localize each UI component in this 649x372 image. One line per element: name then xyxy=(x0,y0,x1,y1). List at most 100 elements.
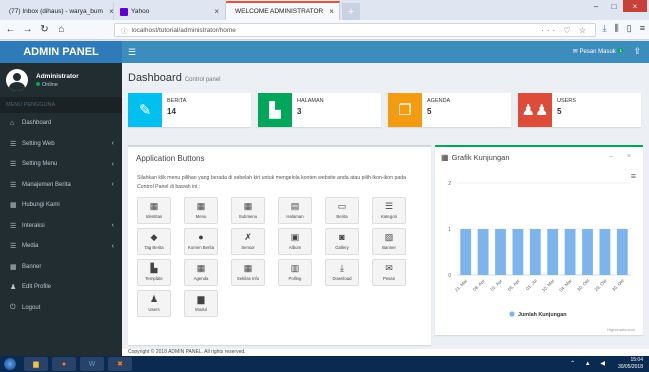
app-button-label: Sensor xyxy=(241,245,255,250)
app-button-kategori[interactable]: ☰ Kategori xyxy=(372,197,406,224)
info-box-label: HALAMAN xyxy=(297,98,324,104)
back-icon[interactable]: ← xyxy=(4,24,17,35)
close-tab-icon[interactable]: × xyxy=(323,7,334,16)
grid-icon: ▦ xyxy=(243,201,253,211)
taskbar-xampp[interactable]: ✖ xyxy=(108,357,132,371)
windows-icon xyxy=(4,358,16,370)
copy-icon: ❐ xyxy=(388,93,422,127)
app-button-label: Submenu xyxy=(238,214,258,219)
sidebar-item-label: Dashboard xyxy=(22,120,52,127)
close-window-icon[interactable]: × xyxy=(623,0,647,12)
app-button-tag-berita[interactable]: ◆ Tag Berita xyxy=(137,228,171,255)
x-tick-label: 21. Mar xyxy=(454,278,469,293)
folder-icon: ▆ xyxy=(33,361,39,368)
sidebar-item-edit-profile[interactable]: ♟ Edit Profile xyxy=(0,277,122,298)
sidebar-icon[interactable]: ▯ xyxy=(627,23,632,34)
info-box-berita[interactable]: ✎ BERITA 14 xyxy=(128,93,251,127)
app-button-agenda[interactable]: ▦ Agenda xyxy=(184,259,218,286)
user-panel: Administrator Online xyxy=(0,63,122,97)
x-tick-label: 08. Apr xyxy=(472,278,486,292)
brand-logo[interactable]: ADMIN PANEL xyxy=(0,41,122,63)
start-button[interactable] xyxy=(0,356,20,372)
app-button-submenu[interactable]: ▦ Submenu xyxy=(231,197,265,224)
clock-time: 15:04 xyxy=(630,357,643,363)
app-button-sekilas-info[interactable]: ▦ Sekilas Info xyxy=(231,259,265,286)
app-button-modul[interactable]: ▆ Modul xyxy=(184,290,218,317)
sidebar-item-dashboard[interactable]: ⌂ Dashboard xyxy=(0,113,122,134)
tab-label: WELCOME ADMINISTRATOR xyxy=(235,8,324,15)
application-buttons-box: Application Buttons Silahkan klik menu p… xyxy=(128,145,431,345)
app-button-identitas[interactable]: ▦ Identitas xyxy=(137,197,171,224)
close-tab-icon[interactable]: × xyxy=(103,7,113,16)
picture-icon: ▨ xyxy=(384,232,394,242)
x-tick-label: 05. Apr xyxy=(507,278,521,292)
sidebar-item-banner[interactable]: ▦ Banner xyxy=(0,257,122,278)
app-button-komen-berita[interactable]: ● Komen Berita xyxy=(184,228,218,255)
library-icon[interactable]: ⫼ xyxy=(615,23,619,34)
page-title: Dashboard Control panel xyxy=(128,72,221,84)
bar xyxy=(564,229,576,275)
menu-icon[interactable]: ≡ xyxy=(640,23,645,34)
info-box-agenda[interactable]: ❐ AGENDA 5 xyxy=(388,93,511,127)
app-button-berita[interactable]: ▭ Berita xyxy=(325,197,359,224)
download-icon[interactable]: ⤓ xyxy=(603,23,607,34)
taskbar-word[interactable]: W xyxy=(80,357,104,371)
share-icon[interactable]: ⇪ xyxy=(633,46,641,57)
sidebar-item-interaksi[interactable]: ☰ Interaksi ‹ xyxy=(0,216,122,237)
forward-icon[interactable]: → xyxy=(21,24,34,35)
camera-icon: ◙ xyxy=(339,232,345,242)
app-button-label: Identitas xyxy=(145,214,163,219)
app-button-label: Tag Berita xyxy=(144,245,164,250)
main-content: Dashboard Control panel ✎ BERITA 14 ▙ HALAMAN… xyxy=(122,63,649,356)
x-tick-label: 01. Apr xyxy=(489,278,503,292)
user-name: Administrator xyxy=(36,72,79,80)
sidebar-item-label: Edit Profile xyxy=(22,284,52,291)
menu-heading: MENU PENGGUNA xyxy=(0,97,122,113)
app-button-download[interactable]: ⤓ Download xyxy=(325,259,359,286)
app-button-album[interactable]: ▣ Album xyxy=(278,228,312,255)
sidebar: Administrator Online MENU PENGGUNA ⌂ Dash… xyxy=(0,63,122,356)
info-box-label: USERS xyxy=(557,98,576,104)
sidebar-item-setting-web[interactable]: ☰ Setting Web ‹ xyxy=(0,134,122,155)
hamburger-icon[interactable]: ☰ xyxy=(128,47,136,58)
app-button-menu[interactable]: ▦ Menu xyxy=(184,197,218,224)
app-button-users[interactable]: ♟ Users xyxy=(137,290,171,317)
app-button-label: Kategori xyxy=(380,214,397,219)
info-box-halaman[interactable]: ▙ HALAMAN 3 xyxy=(258,93,381,127)
sidebar-item-manajemen-berita[interactable]: ☰ Manajemen Berita ‹ xyxy=(0,175,122,196)
new-tab-button[interactable]: + xyxy=(342,3,360,20)
messages-link[interactable]: ✉ Pesan Masuk 1 xyxy=(573,48,623,55)
page-actions-icon[interactable]: ··· ♡ ☆ xyxy=(541,26,589,35)
app-button-sensor[interactable]: ✗ Sensor xyxy=(231,228,265,255)
tab-yahoo[interactable]: Yahoo × xyxy=(114,3,226,20)
image-icon: ▣ xyxy=(290,232,300,242)
maximize-icon[interactable]: □ xyxy=(605,0,623,12)
reload-icon[interactable]: ↻ xyxy=(38,24,51,35)
sidebar-item-hubungi-kami[interactable]: ▦ Hubungi Kami xyxy=(0,195,122,216)
info-box-users[interactable]: ♟♟ USERS 5 xyxy=(518,93,641,127)
tab-inbox[interactable]: (77) Inbox (dihaus) - warya_bum × xyxy=(0,3,114,20)
sidebar-item-logout[interactable]: ⏻ Logout xyxy=(0,298,122,319)
tab-welcome[interactable]: WELCOME ADMINISTRATOR × xyxy=(226,1,340,20)
app-button-halaman[interactable]: ▤ Halaman xyxy=(278,197,312,224)
home-icon[interactable]: ⌂ xyxy=(55,24,68,35)
app-button-pesan[interactable]: ✉ Pesan xyxy=(372,259,406,286)
app-button-gallery[interactable]: ◙ Gallery xyxy=(325,228,359,255)
app-button-label: Template xyxy=(145,276,163,281)
app-button-polling[interactable]: ▥ Polling xyxy=(278,259,312,286)
system-tray[interactable]: ⌃ ▲ ◀ xyxy=(570,360,609,367)
sidebar-item-media[interactable]: ☰ Media ‹ xyxy=(0,236,122,257)
sidebar-item-setting-menu[interactable]: ☰ Setting Menu ‹ xyxy=(0,154,122,175)
y-tick-label: 1 xyxy=(448,227,451,233)
app-button-banner[interactable]: ▨ Banner xyxy=(372,228,406,255)
taskbar-explorer[interactable]: ▆ xyxy=(24,357,48,371)
clock[interactable]: 15:04 30/05/2018 xyxy=(618,357,643,371)
address-bar[interactable]: ⓘ localhost/tutorial/administrator/home … xyxy=(114,23,596,37)
minimize-icon[interactable]: – xyxy=(587,0,605,12)
app-button-label: Album xyxy=(288,245,302,250)
sidebar-item-label: Banner xyxy=(22,263,42,270)
app-button-template[interactable]: ▙ Template xyxy=(137,259,171,286)
taskbar-firefox[interactable]: ● xyxy=(52,357,76,371)
app-button-label: Download xyxy=(332,276,352,281)
close-tab-icon[interactable]: × xyxy=(208,7,219,16)
